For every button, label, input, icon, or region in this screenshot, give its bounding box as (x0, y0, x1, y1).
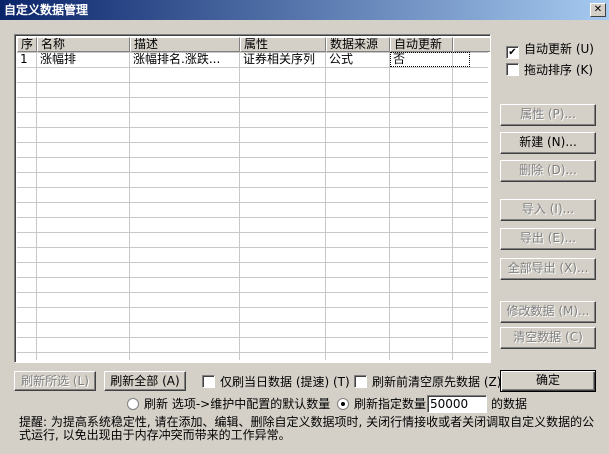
grid-body: 序 名称 描述 属性 数据来源 自动更新 1 涨幅排 涨幅排名.涨跌... 证券… (17, 37, 490, 360)
delete-button[interactable]: 删除 (D)... (500, 160, 596, 182)
drag-sort-label: 拖动排序 (K) (524, 63, 594, 77)
refresh-selected-button[interactable]: 刷新所选 (L) (14, 371, 96, 391)
data-grid[interactable]: 序 名称 描述 属性 数据来源 自动更新 1 涨幅排 涨幅排名.涨跌... 证券… (14, 34, 491, 363)
cell-name: 涨幅排 (40, 52, 77, 66)
col-header-index[interactable]: 序 (17, 37, 37, 52)
refresh-all-button[interactable]: 刷新全部 (A) (104, 371, 186, 391)
clear-data-button[interactable]: 清空数据 (C) (500, 327, 596, 349)
auto-update-label: 自动更新 (U) (524, 42, 594, 56)
cell-attribute: 证券相关序列 (243, 52, 316, 66)
clear-before-refresh-label: 刷新前清空原先数据 (Z) (372, 375, 502, 389)
drag-sort-checkbox[interactable]: 拖动排序 (K) (506, 62, 593, 78)
title-bar: 自定义数据管理 ✕ (0, 0, 609, 20)
clear-before-refresh-checkbox[interactable]: 刷新前清空原先数据 (Z) (354, 374, 501, 390)
refresh-specified-radio[interactable]: 刷新指定数量 (337, 396, 426, 412)
ok-button[interactable]: 确定 (500, 370, 596, 392)
auto-update-checkbox[interactable]: ✔ 自动更新 (U) (506, 41, 594, 59)
export-button[interactable]: 导出 (E)... (500, 228, 596, 250)
window-title: 自定义数据管理 (4, 3, 89, 17)
cell-index: 1 (20, 52, 28, 66)
tip-text: 提醒: 为提高系统稳定性, 请在添加、编辑、删除自定义数据项时, 关闭行情接收或… (19, 415, 595, 442)
cell-auto-update: 否 (390, 52, 470, 67)
col-header-attribute[interactable]: 属性 (240, 37, 326, 52)
refresh-specified-label: 刷新指定数量 (354, 397, 427, 411)
checkbox-box: ✔ (506, 46, 519, 59)
table-row[interactable]: 1 涨幅排 涨幅排名.涨跌... 证券相关序列 公式 否 (17, 52, 488, 67)
close-icon[interactable]: ✕ (590, 3, 606, 17)
refresh-default-label: 刷新 选项->维护中配置的默认数量 (144, 397, 331, 411)
refresh-count-input[interactable]: 50000 (427, 395, 487, 413)
export-all-button[interactable]: 全部导出 (X)... (500, 258, 596, 280)
radio-circle (127, 398, 139, 410)
cell-source: 公式 (329, 52, 354, 66)
col-header-name[interactable]: 名称 (37, 37, 130, 52)
modify-data-button[interactable]: 修改数据 (M)... (500, 301, 596, 323)
col-header-spacer (453, 37, 490, 52)
custom-data-manager-window: 自定义数据管理 ✕ 序 名称 描述 属性 数据来源 自动更新 1 涨幅排 涨幅排… (0, 0, 609, 454)
import-button[interactable]: 导入 (I)... (500, 199, 596, 221)
radio-circle (337, 398, 349, 410)
cell-description: 涨幅排名.涨跌... (133, 52, 221, 66)
new-button[interactable]: 新建 (N)... (500, 132, 596, 154)
today-only-label: 仅刷当日数据 (提速) (T) (220, 375, 350, 389)
col-header-auto-update[interactable]: 自动更新 (390, 37, 453, 52)
grid-header: 序 名称 描述 属性 数据来源 自动更新 (17, 37, 490, 52)
checkbox-box (506, 63, 519, 76)
count-suffix-label: 的数据 (491, 397, 528, 411)
refresh-default-radio[interactable]: 刷新 选项->维护中配置的默认数量 (127, 396, 330, 412)
today-only-checkbox[interactable]: 仅刷当日数据 (提速) (T) (202, 374, 350, 390)
checkbox-box (354, 375, 367, 388)
col-header-description[interactable]: 描述 (130, 37, 240, 52)
checkbox-box (202, 375, 215, 388)
properties-button[interactable]: 属性 (P)... (500, 104, 596, 126)
col-header-source[interactable]: 数据来源 (326, 37, 390, 52)
